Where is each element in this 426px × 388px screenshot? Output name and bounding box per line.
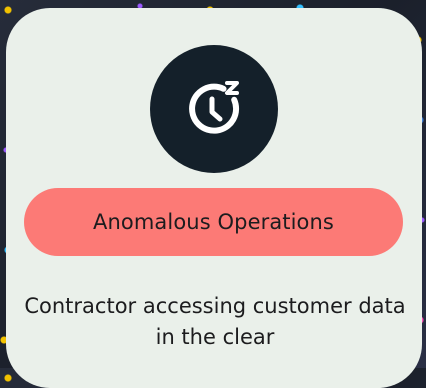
category-label: Anomalous Operations xyxy=(93,210,334,234)
category-pill: Anomalous Operations xyxy=(24,188,403,256)
icon-badge xyxy=(150,45,278,173)
alert-description: Contractor accessing customer data in th… xyxy=(24,294,406,349)
alert-card: Anomalous Operations Contractor accessin… xyxy=(6,8,422,388)
clock-snooze-icon xyxy=(189,81,240,134)
